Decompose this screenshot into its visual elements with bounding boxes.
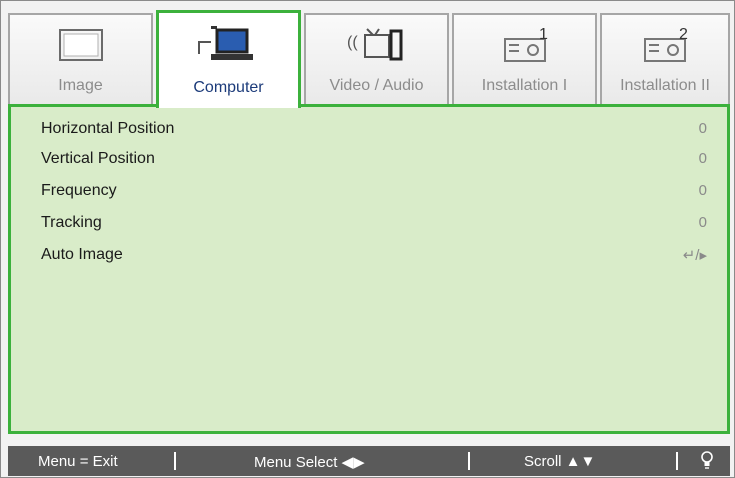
footer-separator	[468, 452, 470, 470]
tab-installation-2-label: Installation II	[620, 77, 710, 94]
video-audio-icon: ((	[306, 23, 447, 69]
menu-item-vertical-position[interactable]: Vertical Position 0	[41, 148, 707, 172]
footer-select-hint: Menu Select ◀▶	[254, 454, 365, 471]
tab-image[interactable]: Image	[8, 13, 153, 105]
projector-icon: 1	[454, 23, 595, 69]
menu-item-value: 0	[698, 182, 707, 199]
menu-item-auto-image[interactable]: Auto Image ↵/▸	[41, 244, 707, 268]
tab-installation-1-label: Installation I	[481, 77, 568, 94]
tab-computer-label: Computer	[193, 79, 264, 96]
projector-2-icon: 2	[602, 23, 728, 69]
menu-item-label: Horizontal Position	[41, 120, 175, 137]
tab-installation-1[interactable]: 1 Installation I	[452, 13, 597, 105]
computer-icon	[159, 21, 298, 67]
svg-text:1: 1	[539, 26, 548, 43]
menu-item-value: 0	[698, 150, 707, 167]
svg-text:((: ((	[347, 34, 358, 51]
menu-item-value: 0	[698, 120, 707, 137]
tab-video-audio[interactable]: (( Video / Audio	[304, 13, 449, 105]
tab-computer[interactable]: Computer	[156, 10, 301, 108]
menu-item-label: Tracking	[41, 214, 102, 231]
menu-item-label: Vertical Position	[41, 150, 155, 167]
menu-item-label: Frequency	[41, 182, 117, 199]
tab-video-audio-label: Video / Audio	[329, 77, 424, 94]
tab-image-label: Image	[58, 77, 103, 94]
menu-item-label: Auto Image	[41, 246, 123, 263]
tab-bar: Image Computer (( Video / Audio 1 Instal…	[8, 10, 730, 108]
menu-item-value: 0	[698, 214, 707, 231]
monitor-icon	[10, 23, 151, 69]
footer-exit-hint: Menu = Exit	[38, 453, 118, 470]
menu-item-frequency[interactable]: Frequency 0	[41, 180, 707, 204]
svg-text:2: 2	[679, 26, 688, 43]
menu-item-horizontal-position[interactable]: Horizontal Position 0	[41, 118, 707, 142]
footer-scroll-hint: Scroll ▲▼	[524, 453, 596, 470]
lightbulb-icon	[700, 451, 714, 473]
computer-settings-panel: Horizontal Position 0 Vertical Position …	[8, 104, 730, 434]
tab-installation-2[interactable]: 2 Installation II	[600, 13, 730, 105]
enter-arrow-icon: ↵/▸	[682, 247, 707, 264]
footer-separator	[676, 452, 678, 470]
menu-item-tracking[interactable]: Tracking 0	[41, 212, 707, 236]
footer-separator	[174, 452, 176, 470]
footer-help-bar: Menu = Exit Menu Select ◀▶ Scroll ▲▼	[8, 446, 730, 476]
